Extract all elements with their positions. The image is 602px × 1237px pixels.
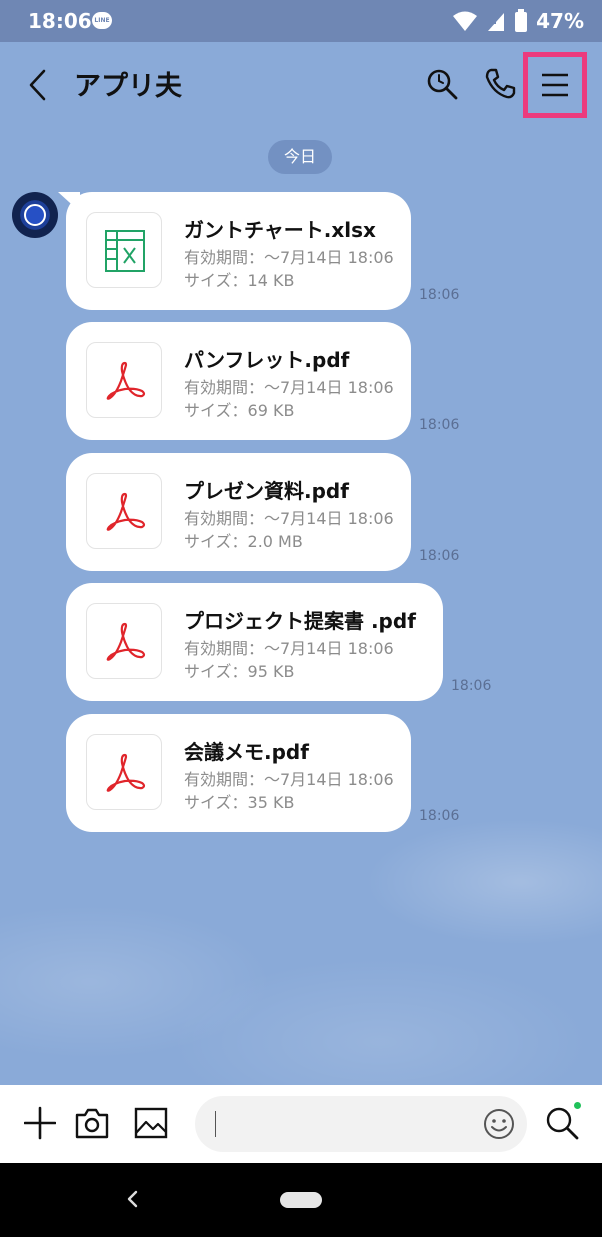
image-icon[interactable] — [134, 1105, 168, 1141]
file-name: パンフレット.pdf — [184, 348, 350, 372]
text-caret — [215, 1111, 216, 1137]
hamburger-menu-icon — [542, 73, 568, 97]
pdf-file-icon — [106, 622, 146, 661]
club-crest-icon — [24, 204, 46, 226]
file-size: サイズ：69 KB — [184, 401, 295, 420]
message-time: 18:06 — [419, 287, 460, 303]
notification-dot — [574, 1102, 581, 1109]
nav-home-pill[interactable] — [280, 1192, 322, 1208]
file-message[interactable]: 会議メモ.pdf 有効期間：〜7月14日 18:06 サイズ：35 KB — [66, 714, 411, 832]
status-bar: 18:06 LINE 47% — [0, 0, 602, 42]
search-icon[interactable] — [424, 66, 460, 102]
sender-avatar[interactable] — [12, 192, 58, 238]
chat-title[interactable]: アプリ夫 — [74, 64, 182, 103]
file-thumbnail — [86, 734, 162, 810]
file-name: 会議メモ.pdf — [184, 740, 309, 764]
nav-back-icon[interactable] — [126, 1189, 140, 1209]
file-message[interactable]: プロジェクト提案書 .pdf 有効期間：〜7月14日 18:06 サイズ：95 … — [66, 583, 443, 701]
message-input-bar — [0, 1085, 602, 1163]
file-expiry: 有効期間：〜7月14日 18:06 — [184, 509, 394, 528]
status-indicators: 47% — [452, 8, 584, 34]
excel-file-icon — [105, 230, 145, 272]
file-thumbnail — [86, 342, 162, 418]
back-arrow-icon[interactable] — [24, 68, 54, 102]
search-icon[interactable] — [545, 1105, 579, 1141]
pdf-file-icon — [106, 492, 146, 531]
file-expiry: 有効期間：〜7月14日 18:06 — [184, 639, 394, 658]
phone-icon[interactable] — [482, 66, 518, 102]
pdf-file-icon — [106, 753, 146, 792]
line-notification-icon: LINE — [92, 12, 112, 29]
file-thumbnail — [86, 473, 162, 549]
file-expiry: 有効期間：〜7月14日 18:06 — [184, 378, 394, 397]
battery-percentage: 47% — [536, 9, 584, 33]
plus-icon[interactable] — [24, 1105, 56, 1141]
system-nav-bar — [0, 1163, 602, 1237]
file-expiry: 有効期間：〜7月14日 18:06 — [184, 248, 394, 267]
file-message[interactable]: プレゼン資料.pdf 有効期間：〜7月14日 18:06 サイズ：2.0 MB — [66, 453, 411, 571]
message-time: 18:06 — [419, 417, 460, 433]
pdf-file-icon — [106, 361, 146, 400]
message-time: 18:06 — [419, 548, 460, 564]
wifi-icon — [453, 11, 478, 31]
cell-signal-icon — [488, 13, 505, 31]
file-expiry: 有効期間：〜7月14日 18:06 — [184, 770, 394, 789]
file-size: サイズ：2.0 MB — [184, 532, 303, 551]
file-name: プロジェクト提案書 .pdf — [184, 609, 416, 633]
message-input[interactable] — [195, 1096, 527, 1152]
bubble-tail — [58, 192, 80, 212]
file-size: サイズ：95 KB — [184, 662, 295, 681]
file-thumbnail — [86, 603, 162, 679]
file-message[interactable]: ガントチャート.xlsx 有効期間：〜7月14日 18:06 サイズ：14 KB — [58, 192, 411, 310]
status-time: 18:06 — [28, 9, 92, 33]
file-message[interactable]: パンフレット.pdf 有効期間：〜7月14日 18:06 サイズ：69 KB — [66, 322, 411, 440]
file-thumbnail — [86, 212, 162, 288]
emoji-icon[interactable] — [483, 1108, 515, 1140]
chat-header: アプリ夫 — [0, 42, 602, 127]
camera-icon[interactable] — [75, 1105, 109, 1141]
file-size: サイズ：14 KB — [184, 271, 295, 290]
file-size: サイズ：35 KB — [184, 793, 295, 812]
file-name: ガントチャート.xlsx — [184, 218, 376, 242]
file-name: プレゼン資料.pdf — [184, 479, 349, 503]
chat-area[interactable]: アプリ夫 今日 ガントチャート.xlsx 有効期間：〜7月14日 18:06 サ… — [0, 42, 602, 1085]
battery-icon — [515, 9, 528, 32]
message-time: 18:06 — [451, 678, 492, 694]
date-separator: 今日 — [268, 140, 332, 174]
message-time: 18:06 — [419, 808, 460, 824]
menu-button[interactable] — [523, 52, 587, 118]
